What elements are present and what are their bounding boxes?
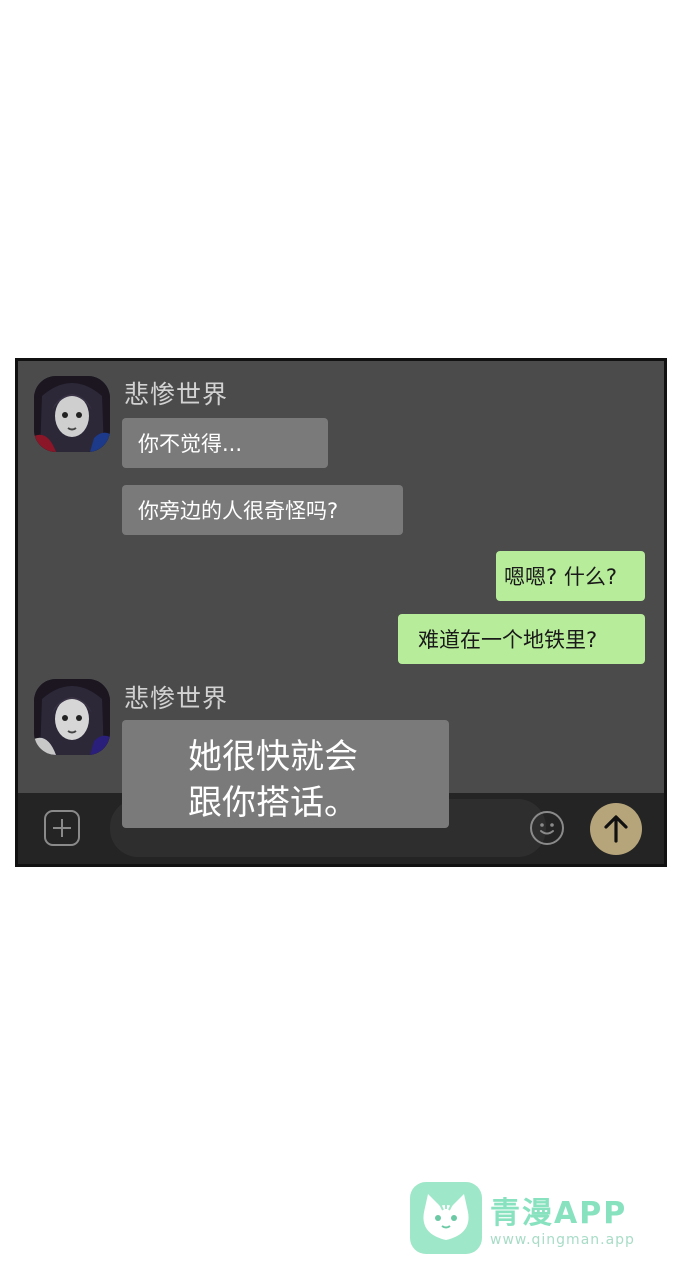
message-bubble-sent: 难道在一个地铁里? bbox=[398, 614, 645, 664]
sender-name: 悲惨世界 bbox=[124, 684, 229, 713]
avatar-portrait-icon bbox=[34, 376, 110, 452]
smiley-face-glyph bbox=[540, 823, 554, 835]
cat-logo-icon bbox=[410, 1182, 482, 1254]
send-button[interactable] bbox=[590, 803, 642, 855]
plus-icon[interactable] bbox=[44, 810, 80, 846]
watermark-title: 青漫APP bbox=[490, 1196, 628, 1231]
contact-avatar[interactable] bbox=[34, 376, 110, 452]
message-bubble-received: 你旁边的人很奇怪吗? bbox=[122, 485, 403, 535]
sender-name: 悲惨世界 bbox=[124, 380, 229, 409]
arrow-up-icon bbox=[604, 815, 628, 843]
message-bubble-received: 你不觉得... bbox=[122, 418, 328, 468]
watermark-url: www.qingman.app bbox=[490, 1232, 635, 1248]
chat-panel: 悲惨世界 你不觉得... 你旁边的人很奇怪吗? 嗯嗯? 什么? 难道在一个地铁里… bbox=[15, 358, 667, 867]
smiley-icon[interactable] bbox=[530, 811, 564, 845]
avatar-portrait-icon bbox=[34, 679, 110, 755]
cat-face-glyph bbox=[423, 1194, 469, 1240]
message-bubble-received: 她很快就会 跟你搭话。 bbox=[122, 720, 449, 828]
contact-avatar[interactable] bbox=[34, 679, 110, 755]
watermark: 青漫APP www.qingman.app bbox=[410, 1182, 650, 1257]
message-bubble-sent: 嗯嗯? 什么? bbox=[496, 551, 645, 601]
